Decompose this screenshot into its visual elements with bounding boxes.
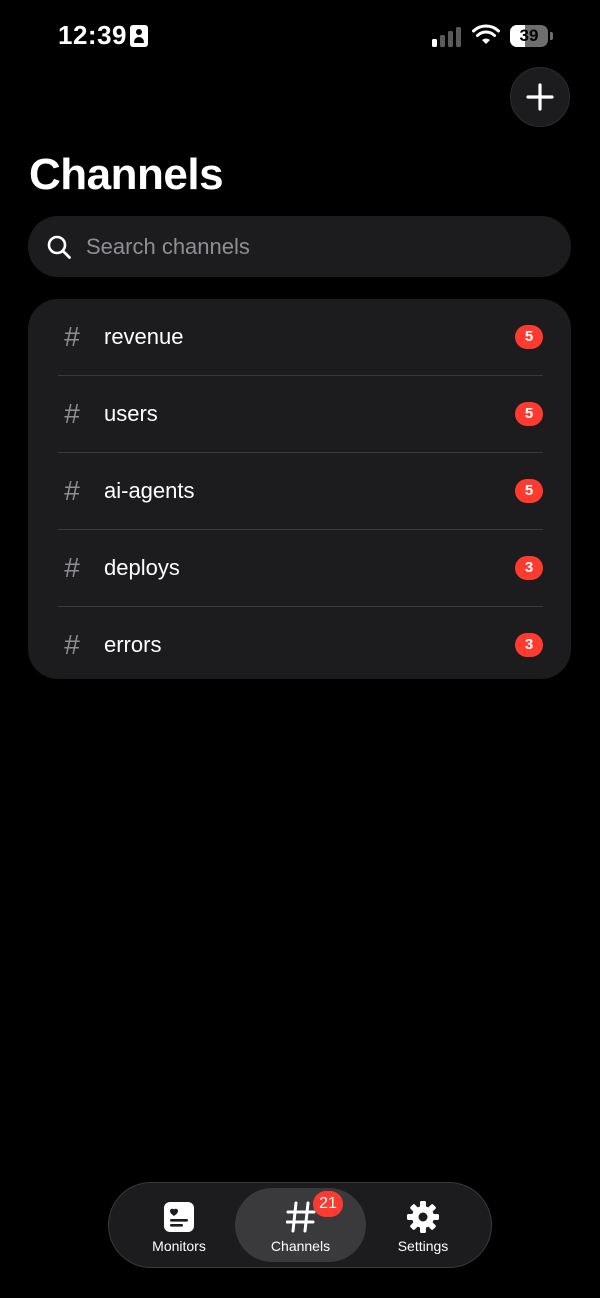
- unread-badge: 3: [515, 556, 543, 580]
- channel-name: revenue: [104, 324, 184, 349]
- wifi-icon: [472, 24, 500, 44]
- hash-icon: #: [64, 629, 80, 660]
- tab-channels[interactable]: Channels 21: [235, 1188, 366, 1262]
- tab-monitors[interactable]: Monitors: [115, 1188, 243, 1262]
- unread-count-badge: 21: [313, 1191, 343, 1217]
- hash-icon: #: [64, 321, 80, 352]
- tab-label: Channels: [270, 1238, 331, 1254]
- monitor-card-icon: [162, 1200, 196, 1234]
- hash-icon: #: [64, 475, 80, 506]
- cellular-signal-icon: [432, 27, 464, 47]
- channel-name: ai-agents: [104, 478, 195, 503]
- plus-icon: [526, 83, 554, 111]
- tab-label: Settings: [397, 1238, 449, 1254]
- tab-settings[interactable]: Settings: [359, 1188, 487, 1262]
- add-channel-button[interactable]: [510, 67, 570, 127]
- search-input[interactable]: [84, 225, 571, 268]
- contact-card-icon: [130, 25, 148, 47]
- battery-level: 39: [519, 26, 539, 45]
- status-time: 12:39: [58, 20, 127, 50]
- channel-row-revenue[interactable]: # revenue 5: [58, 299, 543, 376]
- search-icon: [47, 235, 71, 259]
- page-title: Channels: [29, 150, 224, 199]
- channel-list: # revenue 5 # users 5 # ai-agents 5 # de…: [28, 299, 571, 679]
- channel-name: errors: [104, 632, 162, 657]
- battery-icon: 39: [510, 25, 554, 47]
- channel-name: deploys: [104, 555, 180, 580]
- channel-name: users: [104, 401, 158, 426]
- channel-row-deploys[interactable]: # deploys 3: [58, 530, 543, 607]
- tab-bar: Monitors Channels 21 Settings: [108, 1182, 492, 1268]
- tab-label: Monitors: [152, 1238, 206, 1254]
- hash-icon: #: [64, 398, 80, 429]
- unread-badge: 5: [515, 325, 543, 349]
- unread-badge: 5: [515, 479, 543, 503]
- unread-badge: 3: [515, 633, 543, 657]
- channel-row-users[interactable]: # users 5: [58, 376, 543, 453]
- search-bar[interactable]: [28, 216, 571, 277]
- gear-icon: [406, 1200, 440, 1234]
- channel-row-errors[interactable]: # errors 3: [58, 607, 543, 683]
- status-bar: 12:39 39: [0, 0, 600, 72]
- hash-icon: #: [64, 552, 80, 583]
- unread-badge: 5: [515, 402, 543, 426]
- channel-row-ai-agents[interactable]: # ai-agents 5: [58, 453, 543, 530]
